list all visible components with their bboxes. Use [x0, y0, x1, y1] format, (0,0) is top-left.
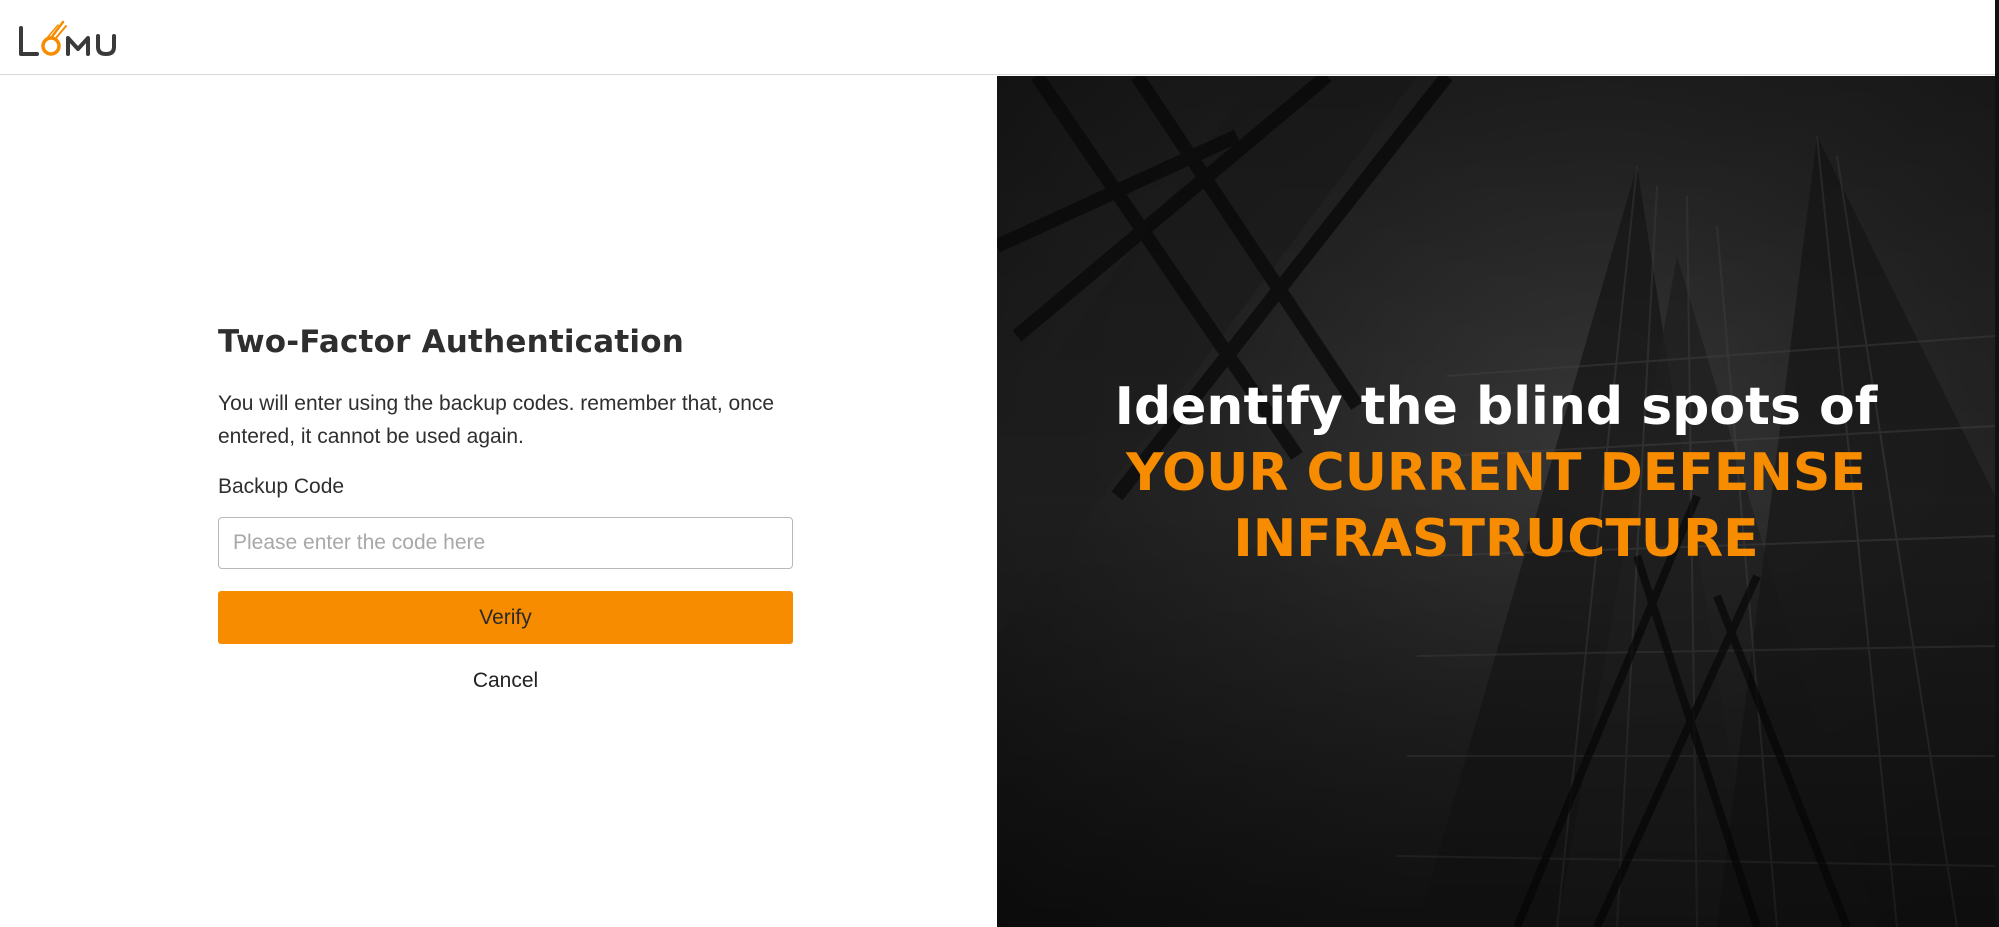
top-bar [0, 0, 1999, 75]
hero-line-2: YOUR CURRENT DEFENSE [1126, 443, 1866, 503]
backup-code-input[interactable] [218, 517, 793, 569]
page-title: Two-Factor Authentication [218, 324, 684, 360]
two-factor-form: Two-Factor Authentication You will enter… [218, 322, 793, 698]
lumu-logo-icon [19, 20, 116, 56]
hero-line-3: INFRASTRUCTURE [1233, 509, 1759, 569]
verify-button[interactable]: Verify [218, 591, 793, 644]
hero-line-1: Identify the blind spots of [1114, 377, 1878, 437]
window-edge [1995, 0, 1999, 927]
login-panel: Two-Factor Authentication You will enter… [0, 76, 997, 927]
lumu-logo[interactable] [18, 16, 128, 62]
instructions-text: You will enter using the backup codes. r… [218, 392, 775, 448]
backup-code-label: Backup Code [218, 475, 345, 498]
hero-headline: Identify the blind spots of YOUR CURRENT… [997, 374, 1995, 572]
hero-panel: Identify the blind spots of YOUR CURRENT… [997, 76, 1995, 927]
cancel-button[interactable]: Cancel [218, 664, 793, 698]
